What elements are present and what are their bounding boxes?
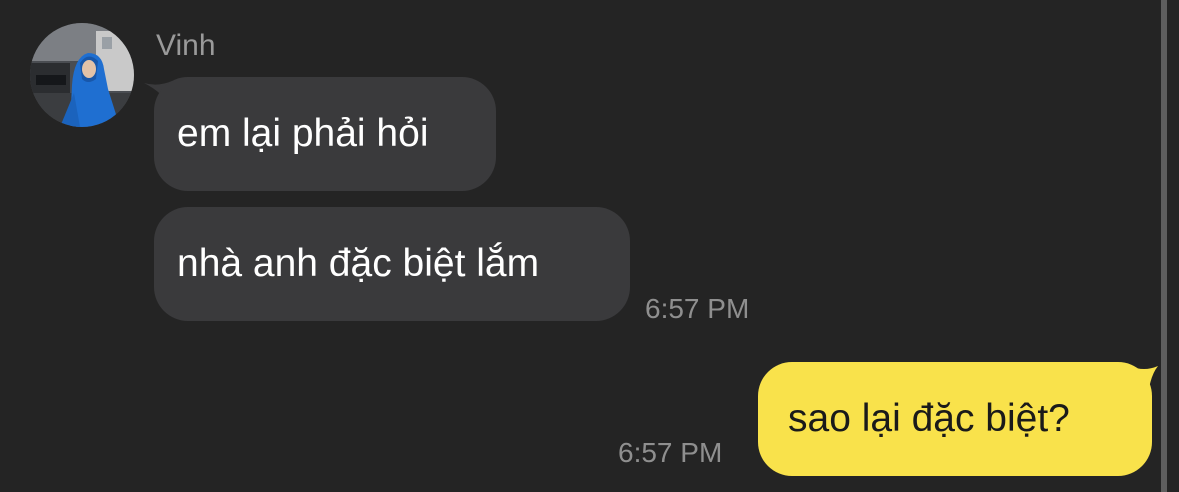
outgoing-bubble-tail <box>1130 366 1158 396</box>
avatar[interactable] <box>30 23 134 127</box>
sender-name: Vinh <box>156 29 216 62</box>
message-timestamp: 6:57 PM <box>618 437 723 468</box>
outgoing-message-bubble[interactable]: sao lại đặc biệt? <box>758 362 1152 476</box>
message-text: em lại phải hỏi <box>177 112 429 155</box>
scrollbar[interactable] <box>1161 0 1167 492</box>
message-timestamp: 6:57 PM <box>645 293 750 324</box>
message-text: sao lại đặc biệt? <box>788 397 1070 440</box>
avatar-photo <box>30 23 134 127</box>
message-text: nhà anh đặc biệt lắm <box>177 242 540 285</box>
incoming-message-bubble[interactable]: nhà anh đặc biệt lắm <box>154 207 630 321</box>
incoming-message-bubble[interactable]: em lại phải hỏi <box>154 77 496 191</box>
